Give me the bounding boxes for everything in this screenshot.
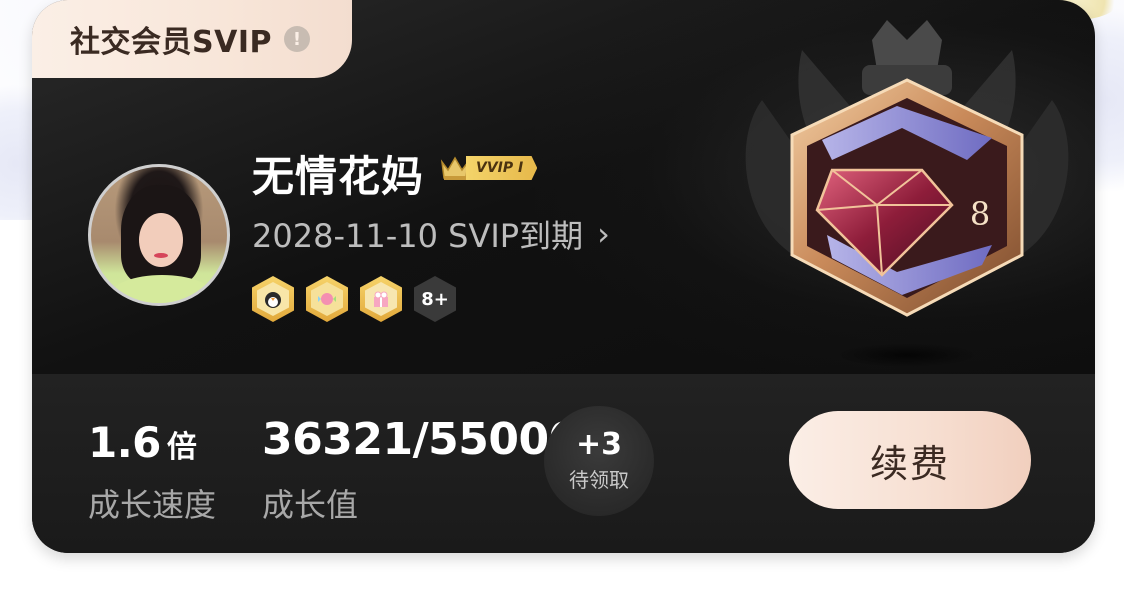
penguin-glyph xyxy=(265,292,281,308)
info-icon[interactable]: ! xyxy=(283,26,310,52)
medal-list: 8+ xyxy=(252,276,456,322)
candy-glyph xyxy=(318,293,336,305)
membership-type-tab[interactable]: 社交会员SVIP ! xyxy=(32,0,352,78)
avatar-shirt xyxy=(111,275,213,303)
more-medals-badge[interactable]: 8+ xyxy=(414,276,456,322)
vvip-badge[interactable]: VVIP I xyxy=(440,152,538,184)
gift-glyph xyxy=(374,291,388,307)
chevron-right-icon: › xyxy=(597,215,610,253)
growth-value-label: 成长值 xyxy=(262,486,359,524)
svip-membership-card[interactable]: 社交会员SVIP ! 无情花妈 VVIP I 2028-11-10 SVIP到期… xyxy=(32,0,1095,553)
username: 无情花妈 xyxy=(252,152,425,201)
pending-label: 待领取 xyxy=(569,467,629,492)
avatar-face xyxy=(139,213,183,267)
vvip-tag: VVIP I xyxy=(466,156,538,180)
expiry-text: 2028-11-10 SVIP到期 xyxy=(252,217,584,255)
pending-count: +3 xyxy=(575,426,622,462)
avatar-lips xyxy=(154,253,168,258)
gift-medal-inner xyxy=(365,282,397,316)
renew-button[interactable]: 续费 xyxy=(789,411,1031,509)
growth-speed-value: 1.6 倍 xyxy=(88,418,197,467)
growth-speed-number: 1.6 xyxy=(88,418,161,467)
candy-medal-icon[interactable] xyxy=(306,276,348,322)
growth-speed-unit: 倍 xyxy=(166,430,197,465)
gift-medal-icon[interactable] xyxy=(360,276,402,322)
growth-speed-label: 成长速度 xyxy=(88,486,217,524)
candy-medal-inner xyxy=(311,282,343,316)
penguin-medal-inner xyxy=(257,282,289,316)
expiry-row[interactable]: 2028-11-10 SVIP到期 › xyxy=(252,211,610,257)
diamond-level-emblem-icon: 8 xyxy=(722,10,1092,370)
growth-value: 36321/55000 xyxy=(262,414,579,465)
level-number: 8 xyxy=(970,195,990,233)
membership-type-label: 社交会员SVIP xyxy=(70,25,272,60)
crown-icon xyxy=(440,153,470,183)
penguin-medal-icon[interactable] xyxy=(252,276,294,322)
avatar[interactable] xyxy=(88,164,230,306)
pending-rewards-button[interactable]: +3 待领取 xyxy=(544,406,654,516)
